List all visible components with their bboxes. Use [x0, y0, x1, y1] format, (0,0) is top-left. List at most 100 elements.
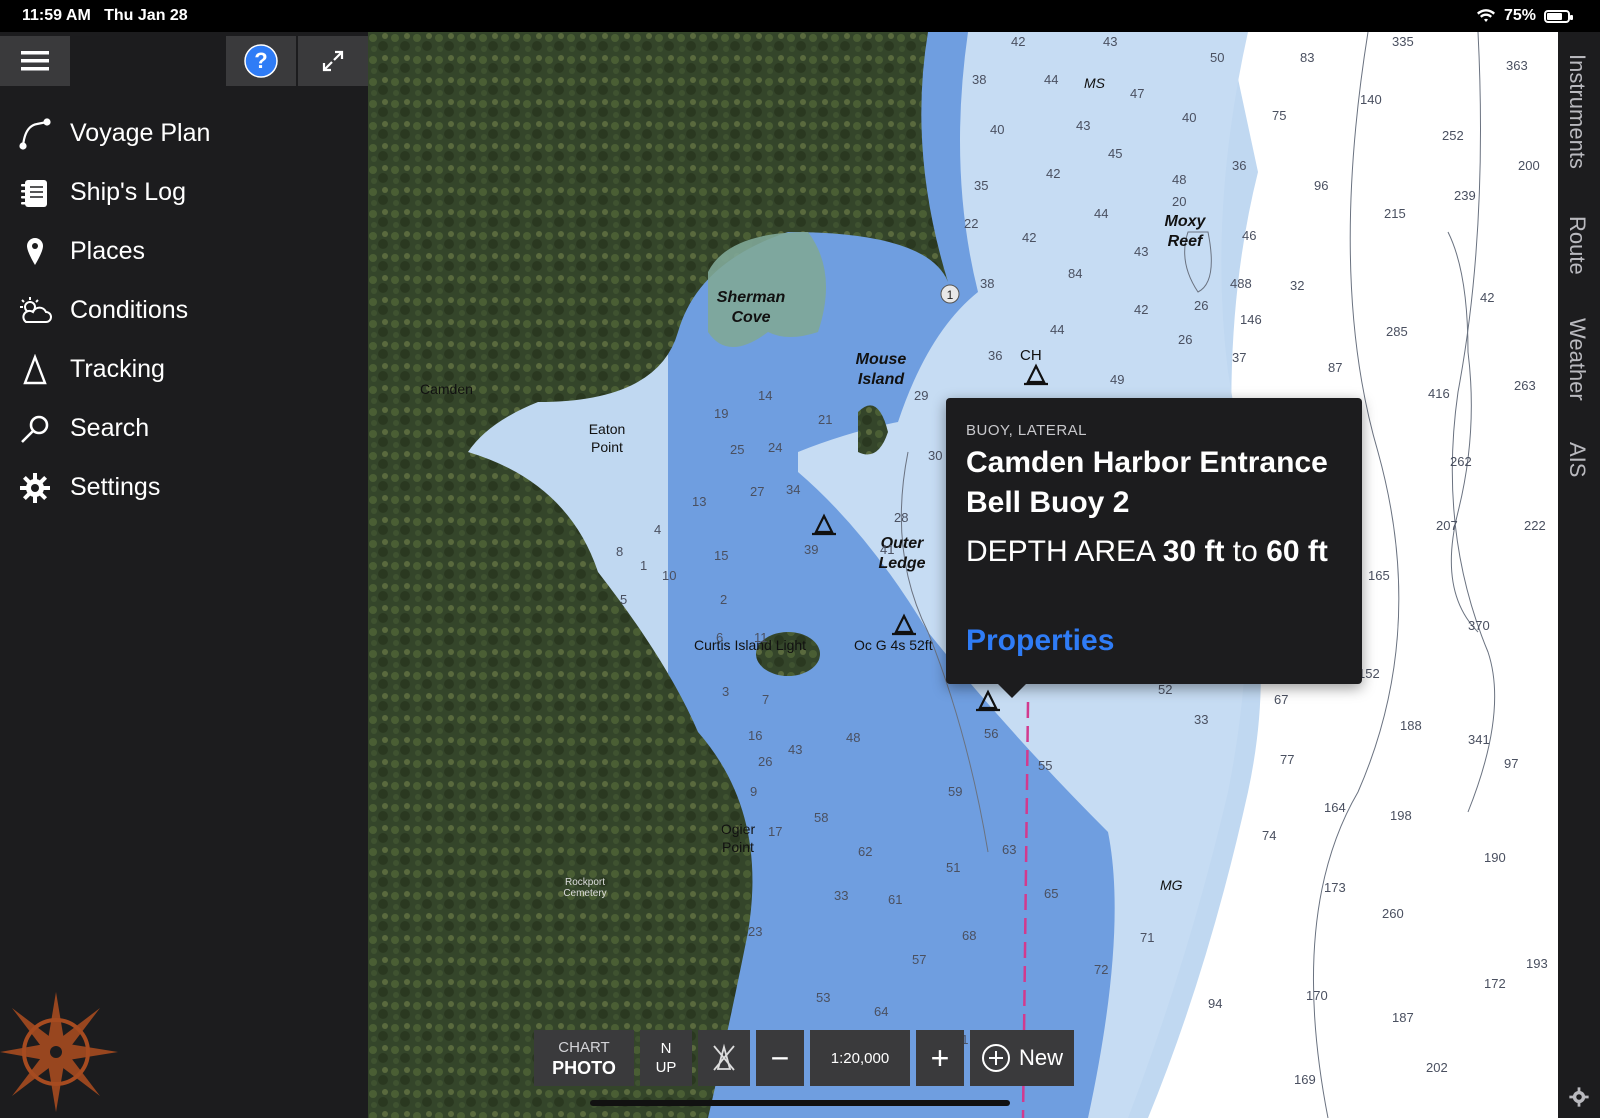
north-label: N — [660, 1040, 672, 1057]
place-label-camden: Camden — [420, 381, 473, 397]
seabed-label-mg: MG — [1160, 877, 1183, 893]
sounding: 67 — [1274, 692, 1289, 707]
sounding: 87 — [1328, 360, 1343, 375]
object-name: Camden Harbor Entrance Bell Buoy 2 — [966, 446, 1328, 519]
sounding: 9 — [750, 784, 758, 799]
zoom-out-button[interactable]: − — [756, 1030, 804, 1086]
sounding: 6 — [716, 630, 724, 645]
sounding: 33 — [834, 888, 849, 903]
battery-icon — [1544, 9, 1573, 23]
sounding: 15 — [714, 548, 729, 563]
sidebar-item-ships-log[interactable]: Ship's Log — [0, 163, 368, 222]
sounding: 38 — [980, 276, 995, 291]
sounding: 44 — [1044, 72, 1059, 87]
sounding: 42 — [1134, 302, 1149, 317]
sounding: 27 — [750, 484, 765, 499]
sounding: 335 — [1392, 34, 1414, 49]
sounding: 222 — [1524, 518, 1546, 533]
wifi-icon — [1476, 9, 1495, 22]
sidebar-item-voyage-plan[interactable]: Voyage Plan — [0, 104, 368, 163]
sounding: 17 — [768, 824, 783, 839]
place-label-eaton-point: Eaton Point — [588, 421, 626, 455]
sounding: 37 — [1232, 350, 1247, 365]
svg-text:1: 1 — [947, 288, 954, 302]
sounding: 341 — [1468, 732, 1490, 747]
chart-photo-toggle[interactable]: CHART PHOTO — [534, 1030, 634, 1086]
sidebar-item-search[interactable]: Search — [0, 399, 368, 458]
sounding: 84 — [1068, 266, 1083, 281]
sounding: 42 — [1022, 230, 1037, 245]
sounding: 43 — [1076, 118, 1091, 133]
sounding: 20 — [1172, 194, 1187, 209]
sounding: 49 — [1110, 372, 1125, 387]
help-button[interactable]: ? — [226, 36, 296, 86]
sounding: 24 — [768, 440, 783, 455]
sounding: 170 — [1306, 988, 1328, 1003]
zoom-in-button[interactable]: + — [916, 1030, 964, 1086]
sounding: 188 — [1400, 718, 1422, 733]
sounding: 26 — [1194, 298, 1209, 313]
map-layers-button[interactable] — [698, 1030, 750, 1086]
expand-button[interactable] — [298, 36, 368, 86]
chart-label: CHART — [558, 1039, 610, 1056]
sounding: 4 — [654, 522, 662, 537]
settings-gear-icon[interactable] — [1568, 1086, 1590, 1108]
sounding: 96 — [1314, 178, 1329, 193]
sounding: 488 — [1230, 276, 1252, 291]
sounding: 43 — [788, 742, 803, 757]
sounding: 39 — [804, 542, 819, 557]
sounding: 62 — [858, 844, 873, 859]
sidebar-item-label: Ship's Log — [70, 178, 186, 206]
sidebar-item-label: Conditions — [70, 296, 189, 324]
sidebar-item-label: Voyage Plan — [70, 119, 211, 147]
menu-button[interactable] — [0, 36, 70, 86]
sounding: 32 — [1290, 278, 1305, 293]
sounding: 21 — [818, 412, 833, 427]
svg-text:?: ? — [254, 48, 267, 73]
object-info-popup: BUOY, LATERAL Camden Harbor Entrance Bel… — [946, 398, 1362, 698]
map-toolbar: CHART PHOTO N UP − 1:20,000 + New — [534, 1030, 1074, 1090]
sounding: 200 — [1518, 158, 1540, 173]
light-characteristic: Oc G 4s 52ft — [854, 637, 933, 653]
sounding: 43 — [1103, 34, 1118, 49]
sounding: 65 — [1044, 886, 1059, 901]
sounding: 13 — [692, 494, 707, 509]
new-button[interactable]: New — [970, 1030, 1074, 1086]
north-up-button[interactable]: N UP — [640, 1030, 692, 1086]
sounding: 42 — [1480, 290, 1495, 305]
properties-link[interactable]: Properties — [966, 624, 1114, 658]
sounding: 202 — [1426, 1060, 1448, 1075]
object-category: BUOY, LATERAL — [966, 422, 1087, 439]
sounding: 42 — [1011, 34, 1026, 49]
sounding: 44 — [1094, 206, 1109, 221]
sounding: 36 — [1232, 158, 1247, 173]
sounding: 26 — [758, 754, 773, 769]
tab-ais[interactable]: AIS — [1564, 442, 1590, 477]
sounding: 22 — [964, 216, 979, 231]
question-icon: ? — [244, 44, 278, 78]
sounding: 140 — [1360, 92, 1382, 107]
sounding: 55 — [1038, 758, 1053, 773]
sidebar-item-places[interactable]: Places — [0, 222, 368, 281]
sidebar-item-settings[interactable]: Settings — [0, 458, 368, 517]
sounding: 75 — [1272, 108, 1287, 123]
sounding: 43 — [1134, 244, 1149, 259]
gear-icon — [17, 470, 53, 506]
sounding: 173 — [1324, 880, 1346, 895]
plus-circle-icon — [981, 1044, 1010, 1072]
channel-label: CH — [1020, 347, 1042, 364]
sounding: 193 — [1526, 956, 1548, 971]
sounding: 64 — [874, 1004, 889, 1019]
expand-icon — [322, 50, 344, 72]
sounding: 48 — [846, 730, 861, 745]
tab-route[interactable]: Route — [1564, 216, 1590, 275]
sounding: 40 — [990, 122, 1005, 137]
tab-instruments[interactable]: Instruments — [1564, 54, 1590, 169]
tab-weather[interactable]: Weather — [1564, 318, 1590, 401]
sidebar-item-tracking[interactable]: Tracking — [0, 340, 368, 399]
sounding: 57 — [912, 952, 927, 967]
home-indicator — [590, 1100, 1010, 1106]
sidebar: ? Voyage Plan Ship's Log Places Conditio… — [0, 32, 368, 1118]
sidebar-item-conditions[interactable]: Conditions — [0, 281, 368, 340]
sounding: 40 — [1182, 110, 1197, 125]
